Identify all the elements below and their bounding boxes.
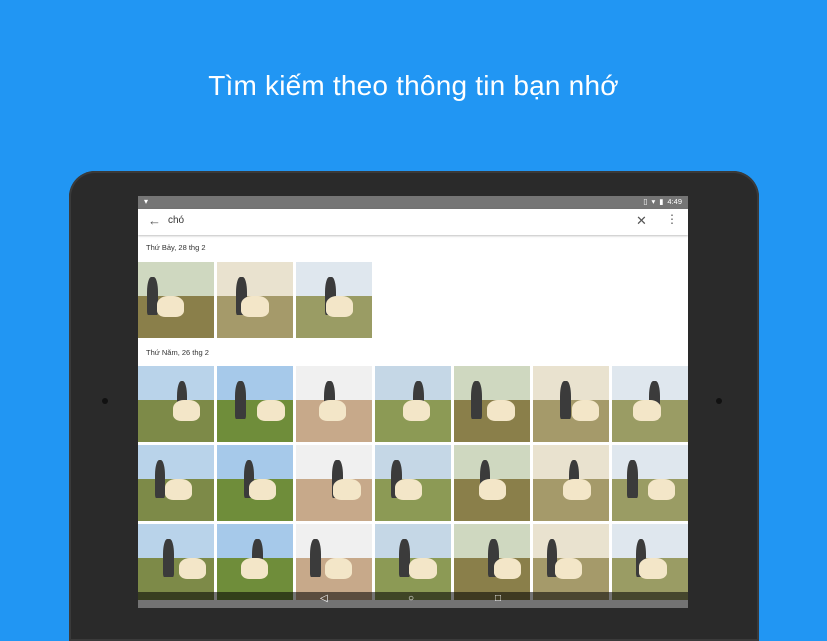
wifi-icon: ▾ [651,197,656,206]
photo-sky [375,445,451,480]
photo-dog [394,479,423,501]
photo-thumbnail[interactable] [217,524,293,600]
photo-dog [487,400,515,422]
clear-icon[interactable]: ✕ [636,213,647,229]
photo-thumbnail[interactable] [296,524,372,600]
photo-thumbnail[interactable] [533,366,609,442]
photo-person [235,381,246,420]
photo-dog [157,296,185,318]
photo-thumbnail[interactable] [454,366,530,442]
photo-sky [217,445,293,480]
photo-dog [325,296,353,318]
photo-sky [138,366,214,401]
tablet-camera-right [716,398,722,404]
photo-thumbnail[interactable] [296,262,372,338]
photo-sky [217,366,293,401]
photo-thumbnail[interactable] [533,445,609,521]
photo-dog [164,479,192,501]
photo-sky [533,524,609,559]
notification-icon: ▾ [144,197,149,206]
status-icons: ▯ ▾ ▮ 4:49 [643,197,682,206]
photo-person [627,460,638,499]
photo-sky [533,366,609,401]
photo-thumbnail[interactable] [454,524,530,600]
photo-sky [454,445,530,480]
photo-sky [217,262,293,297]
section-date-2: Thứ Năm, 26 thg 2 [146,348,209,357]
photo-sky [612,524,688,559]
more-vert-icon[interactable]: ⋮ [666,212,678,226]
photo-person [560,381,571,420]
photo-dog [555,558,583,580]
photo-thumbnail[interactable] [138,445,214,521]
photo-dog [409,558,437,580]
photo-thumbnail[interactable] [612,524,688,600]
photo-dog [633,400,661,422]
photo-person [471,381,483,420]
photo-thumbnail[interactable] [217,445,293,521]
photo-dog [172,400,201,422]
photo-sky [296,524,372,559]
photo-person [154,460,166,499]
photo-dog [333,479,361,501]
status-time: 4:49 [667,197,682,206]
photo-dog [563,479,591,501]
photo-sky [138,524,214,559]
photo-thumbnail[interactable] [375,524,451,600]
photo-thumbnail[interactable] [217,262,293,338]
photo-grid-1 [138,262,378,338]
nav-bar: ◁ ○ □ [138,592,688,608]
search-input[interactable]: chó [168,215,184,226]
photo-grid-2 [138,366,688,600]
status-bar: ▾ ▯ ▾ ▮ 4:49 [138,196,688,209]
photo-dog [318,400,347,422]
photo-person [310,539,322,578]
search-bar: ← chó ✕ ⋮ [138,209,688,235]
nav-home-icon[interactable]: ○ [408,593,414,604]
battery-icon: ▮ [659,197,664,206]
photo-thumbnail[interactable] [217,366,293,442]
photo-dog [179,558,207,580]
photo-thumbnail[interactable] [138,524,214,600]
photo-thumbnail[interactable] [612,366,688,442]
headline: Tìm kiếm theo thông tin bạn nhớ [208,70,619,101]
photo-sky [375,524,451,559]
photo-thumbnail[interactable] [375,445,451,521]
photo-thumbnail[interactable] [296,445,372,521]
photo-dog [639,558,667,580]
app-screen: ▾ ▯ ▾ ▮ 4:49 ← chó ✕ ⋮ Thứ Bảy, 28 thg 2… [138,196,688,608]
photo-dog [493,558,521,580]
photo-person [163,539,174,578]
photo-thumbnail[interactable] [454,445,530,521]
vibrate-icon: ▯ [643,197,648,206]
photo-dog [257,400,285,422]
photo-dog [240,558,268,580]
photo-dog [571,400,600,422]
photo-dog [403,400,431,422]
photo-dog [647,479,676,501]
photo-thumbnail[interactable] [533,524,609,600]
section-date-1: Thứ Bảy, 28 thg 2 [146,243,206,252]
photo-thumbnail[interactable] [612,445,688,521]
photo-dog [324,558,353,580]
photo-dog [479,479,507,501]
photo-thumbnail[interactable] [296,366,372,442]
nav-recents-icon[interactable]: □ [495,593,501,604]
photo-thumbnail[interactable] [138,366,214,442]
photo-sky [612,445,688,480]
photo-sky [454,366,530,401]
nav-back-icon[interactable]: ◁ [320,593,328,604]
photo-dog [241,296,269,318]
photo-thumbnail[interactable] [375,366,451,442]
photo-dog [248,479,277,501]
tablet-camera-left [102,398,108,404]
photo-sky [138,445,214,480]
back-arrow-icon[interactable]: ← [148,213,161,228]
photo-thumbnail[interactable] [138,262,214,338]
